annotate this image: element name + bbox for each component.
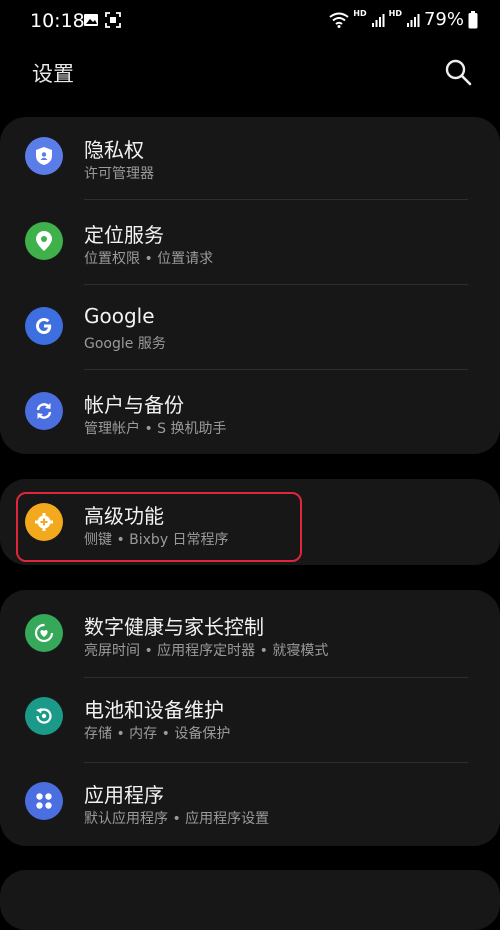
settings-item-subtitle: 许可管理器 xyxy=(84,166,154,182)
settings-item-title: 定位服务 xyxy=(84,223,164,247)
settings-item-digital-wellbeing[interactable]: 数字健康与家长控制 亮屏时间 • 应用程序定时器 • 就寝模式 xyxy=(0,590,500,675)
settings-item-title: 电池和设备维护 xyxy=(84,698,224,722)
settings-item-subtitle: 位置权限 • 位置请求 xyxy=(84,251,214,267)
battery-percent: 79% xyxy=(423,9,464,30)
settings-item-subtitle: 默认应用程序 • 应用程序设置 xyxy=(84,811,270,827)
settings-item-subtitle: 管理帐户 • S 换机助手 xyxy=(84,421,227,437)
settings-item-title: 帐户与备份 xyxy=(84,393,184,417)
shield-icon xyxy=(25,137,63,175)
hd-badge-2: HD xyxy=(388,9,402,18)
status-time: 10:18 xyxy=(30,10,85,32)
settings-item-subtitle: 亮屏时间 • 应用程序定时器 • 就寝模式 xyxy=(84,643,329,659)
settings-item-google[interactable]: Google Google 服务 xyxy=(0,287,500,372)
divider xyxy=(84,284,468,285)
settings-item-title: Google xyxy=(84,304,155,328)
page-title: 设置 xyxy=(32,62,74,86)
screenshot-notification-icon xyxy=(105,12,121,28)
apps-grid-icon xyxy=(25,782,63,820)
device-care-icon xyxy=(25,697,63,735)
divider xyxy=(84,199,468,200)
google-icon xyxy=(25,307,63,345)
status-indicators: HD HD 79% xyxy=(329,9,478,30)
battery-icon xyxy=(468,10,478,28)
signal-icon-1 xyxy=(371,13,385,27)
settings-item-apps[interactable]: 应用程序 默认应用程序 • 应用程序设置 xyxy=(0,762,500,847)
search-icon[interactable] xyxy=(444,58,472,86)
settings-item-battery-device-care[interactable]: 电池和设备维护 存储 • 内存 • 设备保护 xyxy=(0,677,500,762)
settings-item-title: 隐私权 xyxy=(84,138,144,162)
sync-icon xyxy=(25,392,63,430)
wellbeing-icon xyxy=(25,614,63,652)
settings-item-subtitle: 存储 • 内存 • 设备保护 xyxy=(84,726,231,742)
settings-item-location[interactable]: 定位服务 位置权限 • 位置请求 xyxy=(0,202,500,287)
settings-group-4 xyxy=(0,870,500,930)
wifi-icon xyxy=(329,12,349,28)
settings-item-title: 数字健康与家长控制 xyxy=(84,615,264,639)
signal-icon-2 xyxy=(406,13,420,27)
location-pin-icon xyxy=(25,222,63,260)
divider xyxy=(84,369,468,370)
highlight-box xyxy=(16,492,302,562)
settings-item-subtitle: Google 服务 xyxy=(84,336,166,352)
settings-item-title: 应用程序 xyxy=(84,783,164,807)
settings-item-accounts-backup[interactable]: 帐户与备份 管理帐户 • S 换机助手 xyxy=(0,372,500,457)
hd-badge-1: HD xyxy=(353,9,367,18)
settings-item-privacy[interactable]: 隐私权 许可管理器 xyxy=(0,117,500,202)
status-bar: 10:18 HD HD 79% xyxy=(0,0,500,44)
image-notification-icon xyxy=(84,14,98,26)
